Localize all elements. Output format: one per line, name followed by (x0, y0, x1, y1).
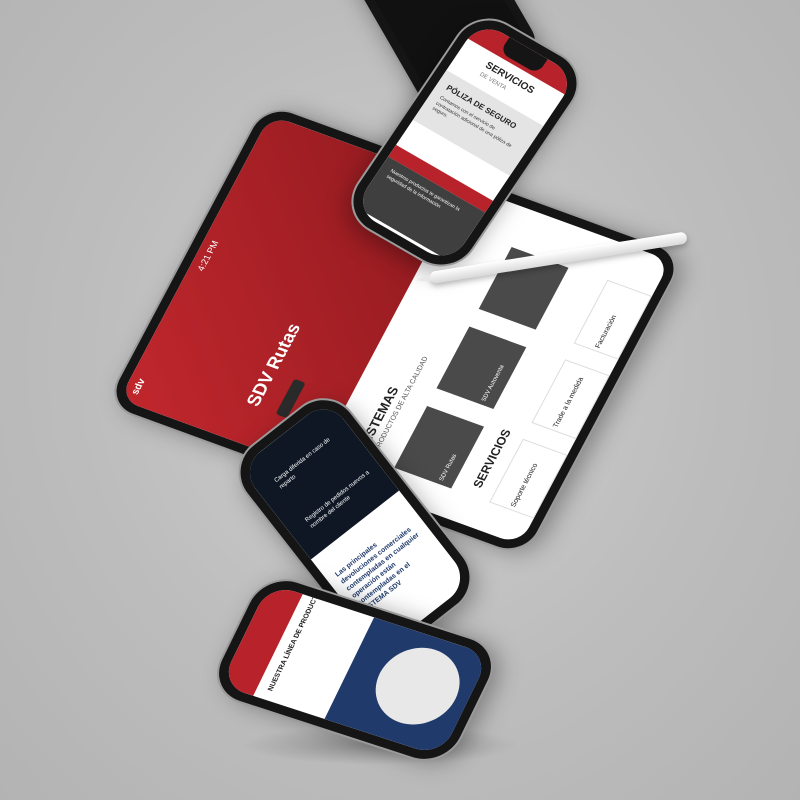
system-tile-1[interactable] (394, 405, 485, 489)
system-tile-2[interactable] (436, 326, 527, 410)
mockup-scene: 4:21 PM sdv SDV Rutas SISTEMAS PRODUCTOS… (0, 0, 800, 800)
